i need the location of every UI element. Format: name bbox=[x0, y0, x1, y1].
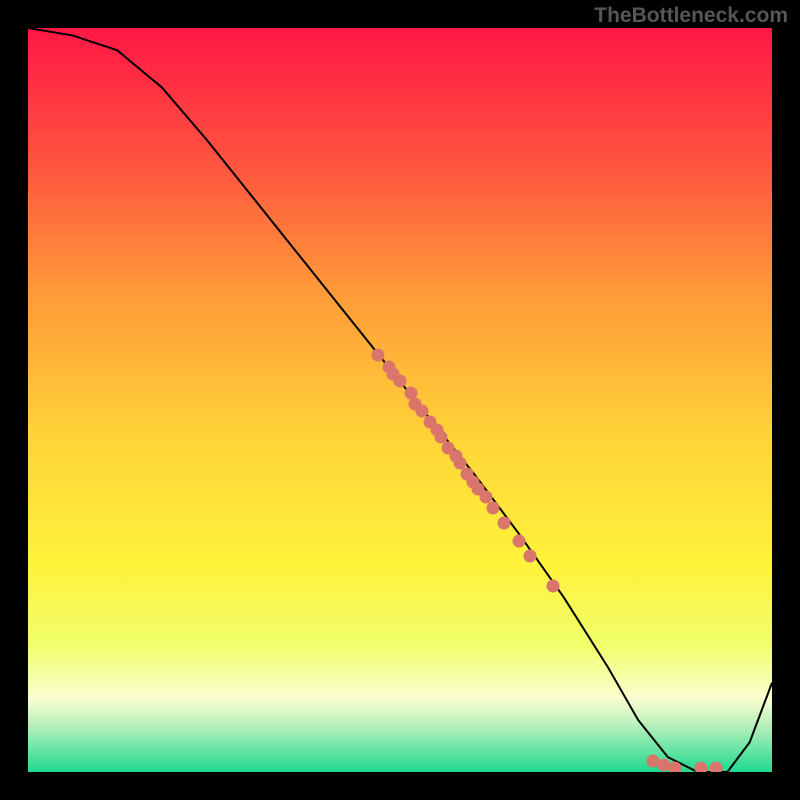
scatter-point bbox=[371, 349, 384, 362]
watermark-text: TheBottleneck.com bbox=[594, 4, 788, 28]
scatter-point bbox=[546, 580, 559, 593]
scatter-point bbox=[669, 762, 682, 772]
scatter-point bbox=[695, 762, 708, 772]
scatter-point bbox=[710, 762, 723, 772]
scatter-point bbox=[487, 501, 500, 514]
scatter-point bbox=[524, 550, 537, 563]
scatter-point bbox=[394, 375, 407, 388]
bottleneck-curve bbox=[28, 28, 772, 772]
scatter-point bbox=[498, 516, 511, 529]
plot-area bbox=[28, 28, 772, 772]
scatter-point bbox=[513, 535, 526, 548]
